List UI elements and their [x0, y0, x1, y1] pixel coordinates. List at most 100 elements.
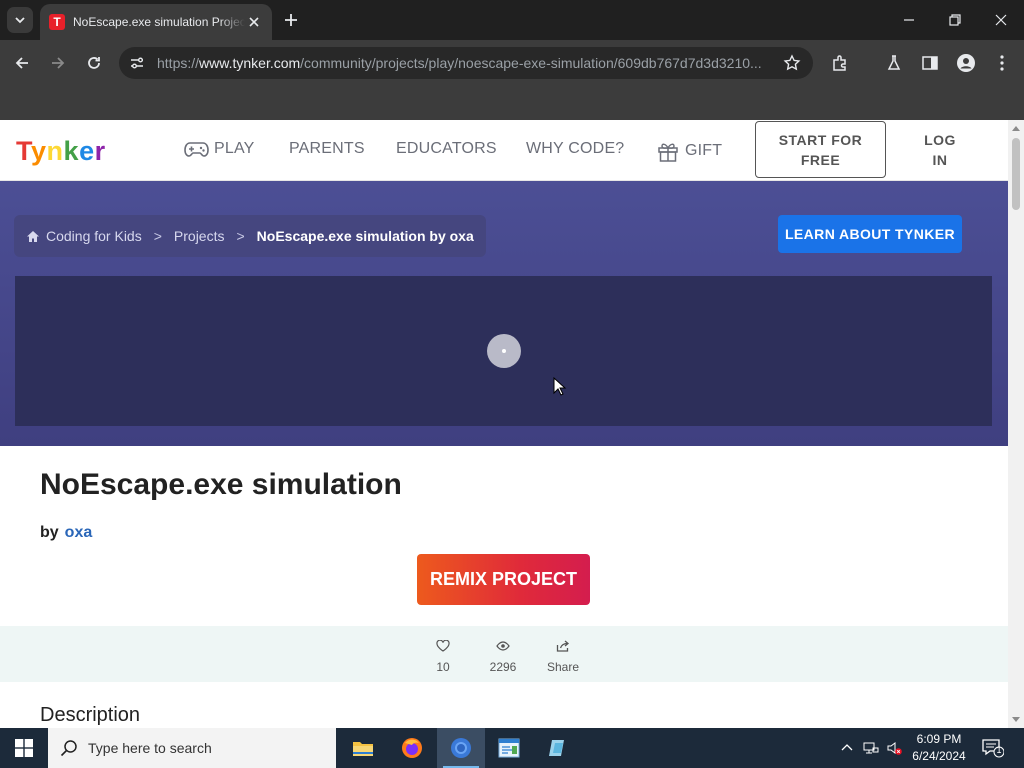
svg-text:Tynker: Tynker — [16, 136, 106, 166]
scroll-thumb[interactable] — [1012, 138, 1020, 210]
sketch-app-icon — [549, 740, 564, 756]
windows-logo-icon — [15, 739, 33, 757]
forward-arrow-icon[interactable] — [48, 53, 68, 73]
mouse-cursor-icon — [553, 377, 567, 396]
breadcrumb-projects[interactable]: Projects — [174, 228, 225, 244]
side-panel-icon[interactable] — [920, 53, 940, 73]
paint-app[interactable] — [534, 728, 582, 768]
login-line-2: IN — [932, 152, 948, 168]
share-icon — [556, 640, 570, 652]
tab-search-button[interactable] — [7, 7, 33, 33]
firefox-app[interactable] — [388, 728, 436, 768]
tray-chevron-up-icon[interactable] — [839, 740, 855, 756]
browser-tab-bar: T NoEscape.exe simulation Project — [0, 0, 1024, 40]
nav-gift[interactable]: GIFT — [657, 140, 722, 162]
new-tab-icon[interactable] — [282, 11, 300, 29]
web-page: Tynker PLAY PARENTS EDUCATORS WHY CODE? … — [0, 120, 1008, 728]
share-stat[interactable]: Share — [533, 640, 593, 674]
network-icon[interactable] — [863, 740, 879, 756]
browser-toolbar: https://www.tynker.com/community/project… — [0, 40, 1024, 86]
chevron-down-icon — [15, 17, 25, 24]
breadcrumb-separator: > — [236, 228, 245, 244]
clock-time: 6:09 PM — [916, 732, 962, 746]
site-settings-icon[interactable] — [129, 55, 145, 71]
loading-spinner-icon — [487, 334, 521, 368]
windows-taskbar: Type here to search 6:09 PM 6/24/2024 1 — [0, 728, 1024, 768]
start-line-2: FREE — [800, 151, 841, 168]
remix-project-button[interactable]: REMIX PROJECT — [417, 554, 590, 605]
notification-count: 1 — [996, 745, 1002, 755]
address-bar[interactable]: https://www.tynker.com/community/project… — [119, 47, 813, 79]
search-icon — [60, 740, 77, 757]
profile-avatar-icon[interactable] — [956, 53, 976, 73]
home-icon — [27, 230, 39, 242]
description-heading: Description — [40, 704, 141, 726]
url-text: https://www.tynker.com/community/project… — [157, 55, 762, 71]
browser-menu-icon[interactable] — [992, 53, 1012, 73]
browser-tab[interactable]: T NoEscape.exe simulation Project — [40, 4, 272, 40]
project-hero: Coding for Kids > Projects > NoEscape.ex… — [0, 181, 1008, 446]
scroll-down-arrow-icon[interactable] — [1012, 717, 1020, 722]
chrome-app[interactable] — [437, 728, 485, 768]
likes-stat[interactable]: 10 — [413, 640, 473, 674]
window-app-icon — [498, 738, 520, 758]
project-player[interactable] — [15, 276, 992, 426]
project-title: NoEscape.exe simulation — [40, 468, 402, 501]
nav-educators[interactable]: EDUCATORS — [396, 140, 497, 158]
project-stats: 10 2296 Share — [0, 626, 1008, 682]
site-nav: Tynker PLAY PARENTS EDUCATORS WHY CODE? … — [0, 120, 1008, 181]
close-tab-icon[interactable] — [246, 14, 262, 30]
nav-why-code[interactable]: WHY CODE? — [526, 140, 624, 158]
reload-icon[interactable] — [84, 53, 104, 73]
views-count: 2296 — [489, 660, 517, 674]
breadcrumb-home[interactable]: Coding for Kids — [46, 228, 142, 244]
start-line-1: START FOR — [778, 131, 863, 148]
by-label: by — [40, 524, 59, 541]
gamepad-icon — [184, 142, 209, 157]
author-link[interactable]: oxa — [65, 524, 93, 541]
taskbar-search[interactable]: Type here to search — [48, 728, 336, 768]
project-details: NoEscape.exe simulation by oxa REMIX PROJ… — [0, 446, 1008, 728]
breadcrumb-current: NoEscape.exe simulation by oxa — [256, 228, 474, 244]
tab-title: NoEscape.exe simulation Project — [73, 15, 245, 29]
views-stat: 2296 — [473, 640, 533, 674]
folder-icon — [353, 742, 373, 756]
scroll-up-arrow-icon[interactable] — [1012, 126, 1020, 131]
nav-play[interactable]: PLAY — [184, 140, 255, 158]
back-arrow-icon[interactable] — [12, 53, 32, 73]
likes-count: 10 — [436, 660, 450, 674]
firefox-icon — [402, 738, 422, 758]
start-button[interactable] — [0, 728, 48, 768]
eye-icon — [496, 641, 510, 651]
notepad-app[interactable] — [485, 728, 533, 768]
login-line-1: LOG — [924, 132, 956, 148]
search-placeholder: Type here to search — [88, 740, 212, 756]
labs-flask-icon[interactable] — [884, 53, 904, 73]
chrome-icon — [451, 738, 471, 758]
tynker-favicon-icon: T — [49, 14, 65, 30]
login-button[interactable]: LOG IN — [906, 130, 974, 170]
restore-icon[interactable] — [947, 12, 963, 28]
nav-play-label: PLAY — [214, 140, 255, 157]
project-author-line: by oxa — [40, 524, 92, 542]
breadcrumb-separator: > — [153, 228, 162, 244]
tynker-logo[interactable]: Tynker — [16, 134, 134, 166]
nav-gift-label: GIFT — [685, 142, 723, 159]
volume-muted-icon[interactable] — [886, 740, 902, 756]
notification-center[interactable]: 1 — [982, 738, 1004, 758]
page-scrollbar[interactable] — [1008, 120, 1024, 728]
share-label: Share — [546, 660, 580, 674]
bookmark-bar — [0, 86, 1024, 120]
extensions-icon[interactable] — [830, 53, 850, 73]
breadcrumb: Coding for Kids > Projects > NoEscape.ex… — [14, 215, 486, 257]
start-for-free-button[interactable]: START FOR FREE — [755, 121, 886, 178]
learn-about-tynker-button[interactable]: LEARN ABOUT TYNKER — [778, 215, 962, 253]
gift-icon — [658, 143, 678, 162]
system-clock[interactable]: 6:09 PM 6/24/2024 — [905, 731, 973, 765]
nav-parents[interactable]: PARENTS — [289, 140, 365, 158]
minimize-icon[interactable] — [901, 12, 917, 28]
bookmark-star-icon[interactable] — [783, 54, 801, 72]
file-explorer-app[interactable] — [339, 728, 387, 768]
heart-icon — [436, 640, 450, 652]
close-window-icon[interactable] — [993, 12, 1009, 28]
